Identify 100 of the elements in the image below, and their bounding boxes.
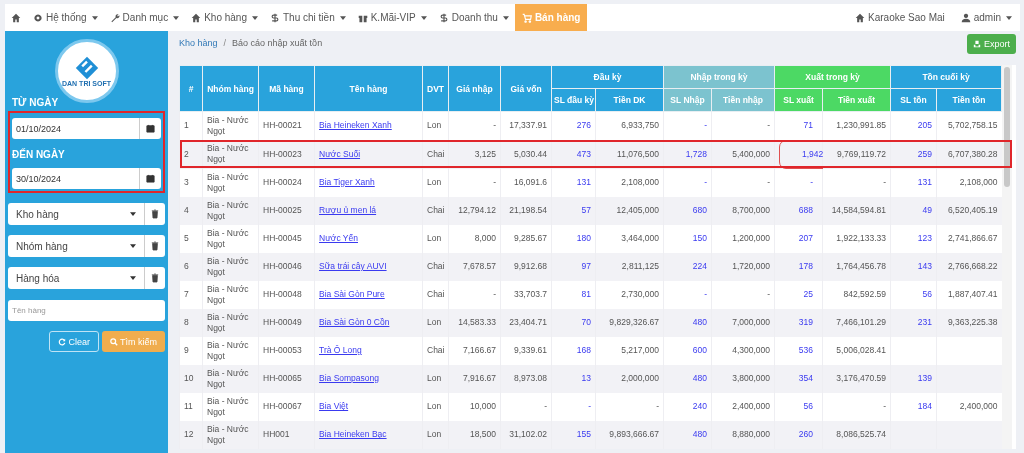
table-cell: 1,728 [685,148,707,159]
table-cell: Lon [427,177,442,187]
table-cell: - [544,401,547,411]
table-cell: 473 [576,148,591,159]
table-cell: 480 [692,429,707,439]
table-cell-text: 56 [802,400,814,413]
table-cell: Chai [427,289,445,299]
product-link[interactable]: Bia Tiger Xanh [319,177,375,187]
table-cell-text: 178 [797,260,814,273]
table-cell: 10,000 [470,401,496,411]
column-group-header: Nhập trong kỳ [663,65,775,89]
table-cell: 2,400,000 [732,401,770,411]
table-cell: 12 [184,429,194,439]
table-cell: 57 [581,205,591,215]
table-cell-text: - [809,176,814,189]
column-group-header: Tồn cuối kỳ [890,65,1002,89]
input-field[interactable]: Tên hàng [8,300,165,321]
date-field[interactable]: 01/10/2024 [12,118,161,139]
nav-menu-item[interactable]: Kho hàng [185,4,264,31]
table-cell: 5,702,758.15 [947,120,998,131]
nav-menu-item[interactable]: K.Mãi-VIP [351,4,433,31]
table-cell: 97 [581,261,591,271]
product-link[interactable]: Bia Sompasong [319,373,379,383]
table-cell: Bia - Nước Ngọt [207,114,249,136]
table-cell: 12,405,000 [616,205,659,215]
nav-menu-item[interactable]: Thu chi tiền [264,4,352,31]
column-header: Tên hàng [314,65,423,112]
column-header: Giá vốn [500,65,552,112]
table-cell: Lon [427,233,442,243]
table-cell: 9,339.61 [513,345,547,355]
table-cell: 21,198.54 [509,205,547,215]
product-link[interactable]: Bia Heineken Xanh [319,120,392,131]
table-cell: 5 [184,233,189,243]
table-cell: - [883,401,886,411]
table-cell: 10 [184,373,194,383]
table-cell: 155 [576,429,591,439]
table-cell: 81 [581,289,591,299]
table-cell: 9,363,225.38 [947,317,998,327]
product-link[interactable]: Nước Suối [319,148,361,159]
breadcrumb-current: Báo cáo nhập xuất tồn [232,38,323,48]
dropdown[interactable]: Nhóm hàng [8,235,144,257]
table-cell: 205 [917,120,932,131]
table-cell: 14,584,594.81 [831,205,886,215]
product-link[interactable]: Trà Ô Long [319,345,362,355]
table-cell: 1,764,456.78 [836,261,886,271]
table-cell: HH-00021 [263,120,302,131]
table-cell-text: 25 [802,288,814,301]
table-cell: Bia - Nước Ngọt [207,395,249,417]
nav-menu-item[interactable]: Doanh thu [432,4,515,31]
table-cell: HH-00048 [263,289,302,299]
table-cell: 143 [917,261,932,271]
table-cell: HH-00025 [263,205,302,215]
table-cell: 131 [917,177,932,187]
dropdown[interactable]: Hàng hóa [8,267,144,289]
table-cell: - [767,120,770,131]
table-cell: Bia - Nước Ngọt [207,311,249,333]
table-cell: Chai [427,261,445,271]
table-cell: 2,108,000 [959,177,998,187]
table-cell-text: 71 [802,119,814,133]
table-cell: HH-00046 [263,261,302,271]
table-cell: 9 [184,345,189,355]
nav-menu-item[interactable]: Danh mục [103,4,186,31]
table-cell: 5,006,028.41 [836,345,886,355]
product-link[interactable]: Bia Việt [319,401,349,411]
breadcrumb-link[interactable]: Kho hàng [179,38,218,48]
product-link[interactable]: Bia Sài Gòn Pure [319,289,385,299]
table-cell: 9,829,326.67 [609,317,659,327]
table-cell: HH001 [263,429,290,439]
table-cell: 49 [922,205,932,215]
table-cell: 240 [692,401,707,411]
column-header: # [179,65,203,112]
table-cell: - [704,289,707,299]
table-cell: - [493,177,496,187]
table-cell: Chai [427,205,445,215]
table-cell: 7 [184,289,189,299]
table-cell: 680 [692,205,707,215]
table-cell: 6,933,750 [621,120,659,131]
dropdown[interactable]: Kho hàng [8,203,144,225]
table-cell: 3,800,000 [732,373,770,383]
table-cell: 14,583.33 [458,317,496,327]
product-link[interactable]: Nước Yến [319,233,358,243]
table-cell: Bia - Nước Ngọt [207,143,249,164]
column-header: Mã hàng [258,65,315,112]
date-field[interactable]: 30/10/2024 [12,168,161,189]
table-cell: 5,217,000 [621,345,659,355]
table-cell: Lon [427,373,442,383]
nav-menu-item[interactable]: admin [952,4,1020,31]
column-group-header: Xuất trong kỳ [774,65,891,89]
column-header: DVT [422,65,449,112]
nav-menu-item[interactable]: Hệ thống [27,4,104,31]
table-cell: 9,912.68 [513,261,547,271]
product-link[interactable]: Rượu ủ men lá [319,205,377,215]
table-cell: Bia - Nước Ngọt [207,171,249,193]
table-cell: 8,700,000 [732,205,770,215]
table-cell: Bia - Nước Ngọt [207,283,249,305]
table-cell: 7,166.67 [462,345,496,355]
table-cell: 7,000,000 [732,317,770,327]
column-header: Giá nhập [448,65,501,112]
nav-menu-item[interactable]: Karaoke Sao Mai [847,4,953,31]
table-cell-text: 260 [797,428,814,441]
